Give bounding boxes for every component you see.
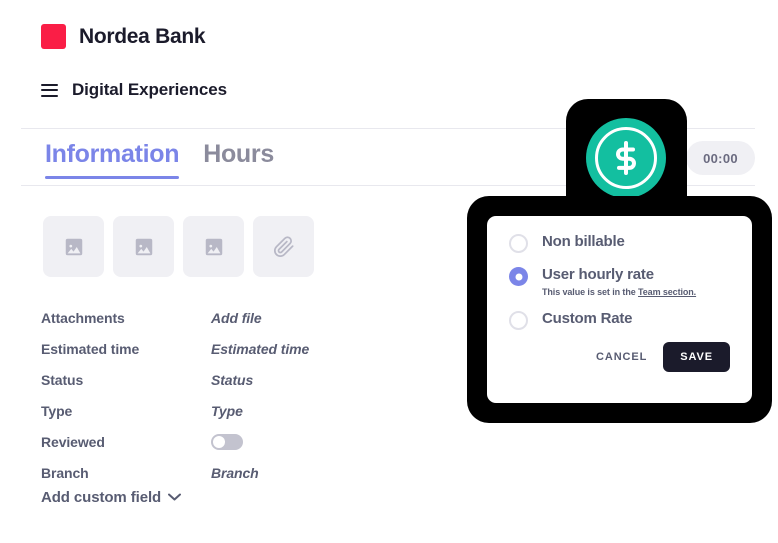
field-row-reviewed: Reviewed <box>41 426 371 457</box>
timer-value: 00:00 <box>703 150 738 166</box>
option-texts: Custom Rate <box>542 309 633 328</box>
add-custom-field-label: Add custom field <box>41 488 162 506</box>
option-user-hourly-rate[interactable]: User hourly rate This value is set in th… <box>509 265 730 297</box>
brand-header: Nordea Bank <box>41 24 206 49</box>
dollar-coin-icon[interactable] <box>586 118 666 198</box>
option-label: Custom Rate <box>542 310 633 327</box>
timer-badge[interactable]: 00:00 <box>686 141 755 175</box>
field-row-estimated-time: Estimated time Estimated time <box>41 333 371 364</box>
tab-hours[interactable]: Hours <box>203 140 274 179</box>
field-row-branch: Branch Branch <box>41 457 371 488</box>
modal-actions: CANCEL SAVE <box>509 342 730 372</box>
tab-bar: Information Hours <box>45 140 274 179</box>
field-row-attachments: Attachments Add file <box>41 302 371 333</box>
billable-rate-modal: Non billable User hourly rate This value… <box>487 216 752 403</box>
field-row-status: Status Status <box>41 364 371 395</box>
option-non-billable[interactable]: Non billable <box>509 232 730 253</box>
field-value-branch[interactable]: Branch <box>211 465 259 481</box>
field-value-status[interactable]: Status <box>211 372 253 388</box>
field-label: Attachments <box>41 309 125 326</box>
paperclip-icon <box>273 235 295 258</box>
image-icon <box>203 236 225 258</box>
reviewed-toggle[interactable] <box>211 433 243 450</box>
option-help-prefix: This value is set in the <box>542 287 639 297</box>
option-help-text: This value is set in the Team section. <box>542 287 696 297</box>
team-section-link[interactable]: Team section. <box>638 287 696 297</box>
image-icon <box>133 236 155 258</box>
thumbnail-image-2[interactable] <box>113 216 174 277</box>
radio-custom-rate[interactable] <box>509 311 528 330</box>
add-custom-field-button[interactable]: Add custom field <box>41 488 182 506</box>
brand-square-icon <box>41 24 66 49</box>
field-label: Estimated time <box>41 340 140 357</box>
field-label: Type <box>41 402 73 419</box>
app-root: Nordea Bank Digital Experiences Informat… <box>0 0 778 543</box>
field-value-type[interactable]: Type <box>211 403 243 419</box>
field-label: Reviewed <box>41 433 105 450</box>
attachment-thumbnails <box>43 216 314 277</box>
option-label: Non billable <box>542 233 625 250</box>
thumbnail-attachment[interactable] <box>253 216 314 277</box>
project-name: Digital Experiences <box>72 80 227 99</box>
field-value-estimated-time[interactable]: Estimated time <box>211 341 309 357</box>
thumbnail-image-3[interactable] <box>183 216 244 277</box>
radio-user-hourly-rate[interactable] <box>509 267 528 286</box>
coin-inner-ring <box>595 127 657 189</box>
save-button[interactable]: SAVE <box>663 342 730 372</box>
thumbnail-image-1[interactable] <box>43 216 104 277</box>
radio-non-billable[interactable] <box>509 234 528 253</box>
chevron-down-icon <box>168 488 182 506</box>
field-label: Status <box>41 371 84 388</box>
tab-information[interactable]: Information <box>45 140 180 179</box>
field-value-attachments[interactable]: Add file <box>211 310 262 326</box>
option-custom-rate[interactable]: Custom Rate <box>509 309 730 330</box>
field-row-type: Type Type <box>41 395 371 426</box>
cancel-button[interactable]: CANCEL <box>594 347 649 367</box>
project-header: Digital Experiences <box>41 80 227 100</box>
brand-name: Nordea Bank <box>79 24 206 48</box>
hamburger-menu-icon[interactable] <box>41 83 58 97</box>
option-texts: User hourly rate This value is set in th… <box>542 265 696 297</box>
option-label: User hourly rate <box>542 266 654 283</box>
option-texts: Non billable <box>542 232 625 251</box>
field-label: Branch <box>41 464 89 481</box>
image-icon <box>63 236 85 258</box>
field-list: Attachments Add file Estimated time Esti… <box>41 302 371 488</box>
